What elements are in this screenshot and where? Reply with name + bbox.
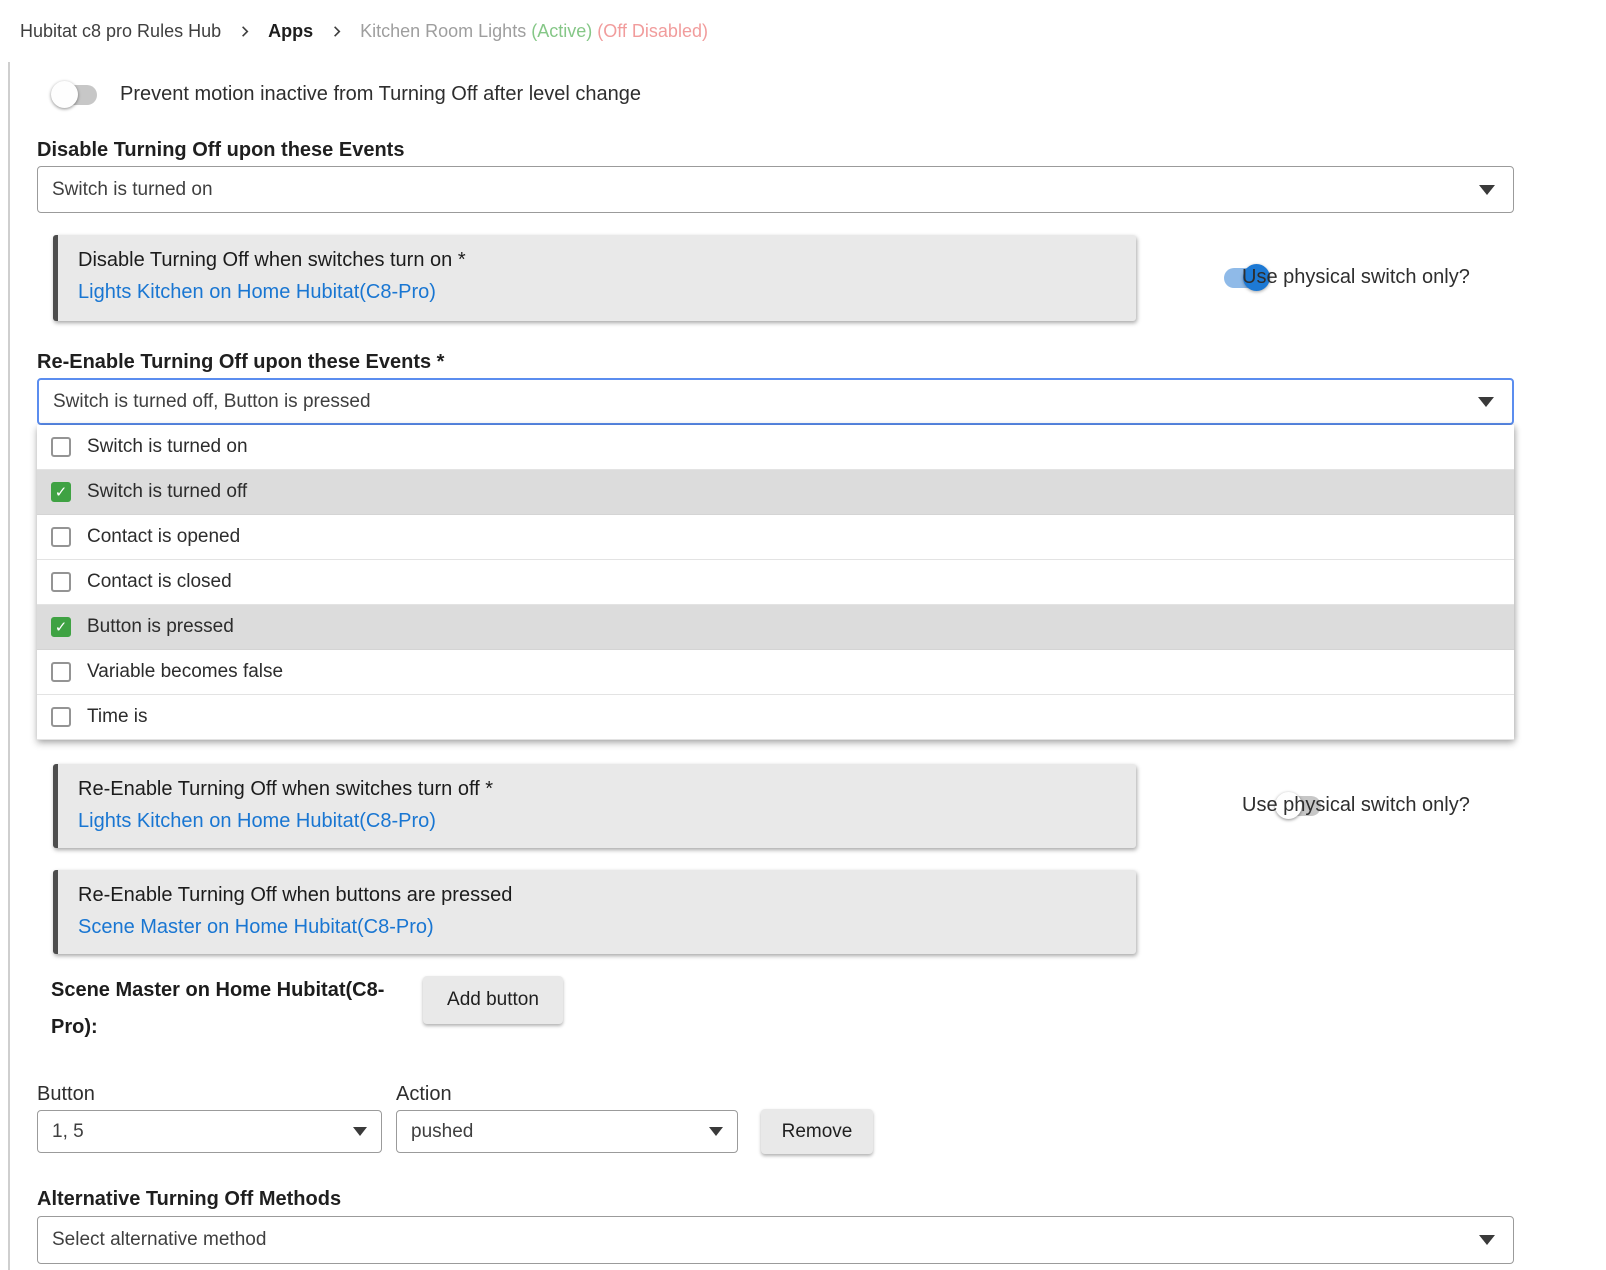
event-option-label: Button is pressed: [87, 616, 234, 638]
disable-events-select[interactable]: Switch is turned on: [37, 166, 1514, 213]
alternative-method-select[interactable]: Select alternative method: [37, 1216, 1514, 1264]
disable-physical-switch-label: Use physical switch only?: [1242, 266, 1470, 289]
button-action-value: pushed: [411, 1121, 473, 1143]
reenable-buttons-device-link[interactable]: Scene Master on Home Hubitat(C8-Pro): [78, 916, 1116, 939]
button-column-label: Button: [37, 1083, 95, 1106]
reenable-switches-device-box: Re-Enable Turning Off when switches turn…: [53, 764, 1136, 848]
disable-switches-device-box: Disable Turning Off when switches turn o…: [53, 235, 1136, 321]
event-option-row[interactable]: ✓ Switch is turned off: [37, 470, 1514, 515]
chevron-right-icon: [237, 24, 252, 39]
remove-button[interactable]: Remove: [761, 1109, 873, 1154]
dropdown-arrow-icon: [353, 1127, 367, 1136]
event-option-label: Variable becomes false: [87, 661, 283, 683]
event-option-label: Switch is turned off: [87, 481, 247, 503]
checkbox-unchecked-icon[interactable]: [51, 707, 71, 727]
app-name: Kitchen Room Lights: [360, 21, 526, 41]
event-option-row[interactable]: Variable becomes false: [37, 650, 1514, 695]
app-status-off-disabled: (Off Disabled): [597, 21, 708, 41]
prevent-motion-toggle-label: Prevent motion inactive from Turning Off…: [120, 83, 641, 106]
disable-switches-device-link[interactable]: Lights Kitchen on Home Hubitat(C8-Pro): [78, 281, 1116, 304]
checkbox-unchecked-icon[interactable]: [51, 437, 71, 457]
event-option-label: Contact is closed: [87, 571, 232, 593]
alternative-methods-heading: Alternative Turning Off Methods: [37, 1188, 341, 1211]
scene-master-device-label: Scene Master on Home Hubitat(C8-Pro):: [51, 972, 401, 1046]
event-option-row[interactable]: Contact is closed: [37, 560, 1514, 605]
event-option-row[interactable]: Contact is opened: [37, 515, 1514, 560]
checkbox-checked-icon[interactable]: ✓: [51, 482, 71, 502]
toggle-knob: [51, 81, 78, 108]
event-option-row[interactable]: Time is: [37, 695, 1514, 740]
dropdown-arrow-icon: [1479, 1235, 1495, 1245]
dropdown-arrow-icon: [1478, 397, 1494, 407]
breadcrumb-current-app: Kitchen Room Lights (Active) (Off Disabl…: [360, 21, 708, 42]
reenable-physical-switch-label: Use physical switch only?: [1242, 794, 1470, 817]
event-option-label: Contact is opened: [87, 526, 240, 548]
reenable-events-select[interactable]: Switch is turned off, Button is pressed: [37, 378, 1514, 425]
event-option-row[interactable]: ✓ Button is pressed: [37, 605, 1514, 650]
add-button-button[interactable]: Add button: [423, 976, 563, 1024]
checkbox-unchecked-icon[interactable]: [51, 572, 71, 592]
checkbox-checked-icon[interactable]: ✓: [51, 617, 71, 637]
action-column-label: Action: [396, 1083, 452, 1106]
event-option-row[interactable]: Switch is turned on: [37, 425, 1514, 470]
breadcrumb: Hubitat c8 pro Rules Hub Apps Kitchen Ro…: [0, 0, 1606, 62]
reenable-events-selected-value: Switch is turned off, Button is pressed: [53, 391, 371, 413]
alternative-method-selected-value: Select alternative method: [52, 1229, 266, 1251]
event-option-label: Switch is turned on: [87, 436, 248, 458]
button-number-select[interactable]: 1, 5: [37, 1110, 382, 1153]
disable-events-selected-value: Switch is turned on: [52, 179, 213, 201]
app-status-active: (Active): [531, 21, 592, 41]
button-action-select[interactable]: pushed: [396, 1110, 738, 1153]
reenable-buttons-device-box: Re-Enable Turning Off when buttons are p…: [53, 870, 1136, 954]
reenable-events-heading: Re-Enable Turning Off upon these Events …: [37, 351, 444, 374]
button-number-value: 1, 5: [52, 1121, 84, 1143]
breadcrumb-apps-link[interactable]: Apps: [268, 21, 313, 42]
event-option-label: Time is: [87, 706, 148, 728]
dropdown-arrow-icon: [709, 1127, 723, 1136]
content-left-border: [8, 62, 10, 1270]
prevent-motion-toggle[interactable]: [51, 81, 99, 109]
checkbox-unchecked-icon[interactable]: [51, 527, 71, 547]
checkbox-unchecked-icon[interactable]: [51, 662, 71, 682]
reenable-switches-device-link[interactable]: Lights Kitchen on Home Hubitat(C8-Pro): [78, 810, 1116, 833]
reenable-buttons-title: Re-Enable Turning Off when buttons are p…: [78, 884, 1116, 907]
breadcrumb-hub-link[interactable]: Hubitat c8 pro Rules Hub: [20, 21, 221, 42]
disable-events-heading: Disable Turning Off upon these Events: [37, 139, 404, 162]
reenable-switches-title: Re-Enable Turning Off when switches turn…: [78, 778, 1116, 801]
chevron-right-icon: [329, 24, 344, 39]
dropdown-arrow-icon: [1479, 185, 1495, 195]
disable-switches-title: Disable Turning Off when switches turn o…: [78, 249, 1116, 272]
event-options-list: Switch is turned on ✓ Switch is turned off…: [37, 425, 1514, 740]
